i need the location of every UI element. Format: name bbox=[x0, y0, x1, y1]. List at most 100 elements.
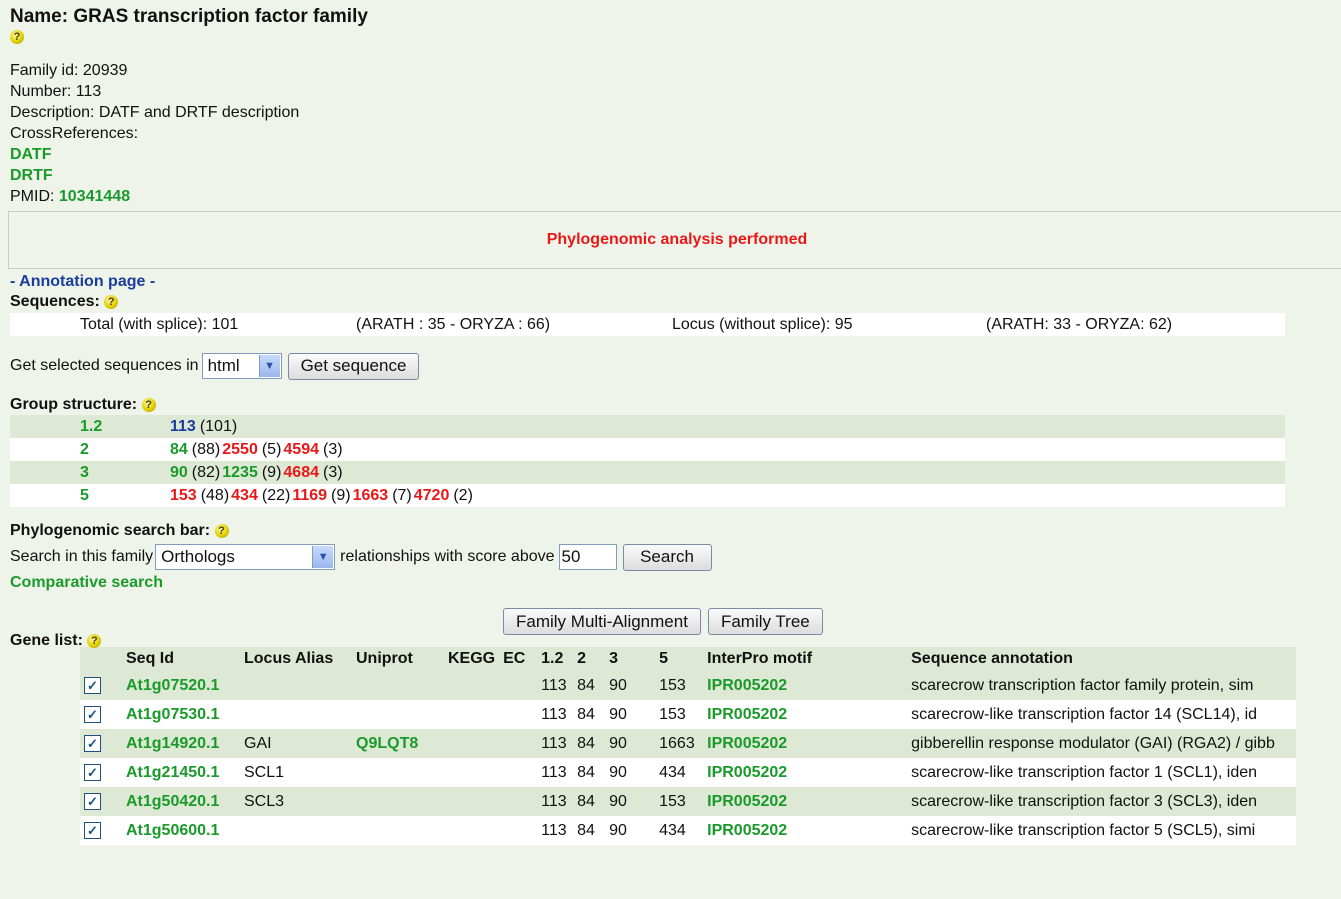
group-link[interactable]: 113 bbox=[170, 418, 196, 435]
gene-cell-ec bbox=[499, 816, 537, 845]
gene-cell-alias: SCL1 bbox=[244, 763, 285, 781]
gene-cell-interpro: IPR005202 bbox=[703, 729, 907, 758]
group-link[interactable]: 1169 bbox=[292, 487, 327, 504]
phylo-banner-text: Phylogenomic analysis performed bbox=[546, 231, 808, 248]
group-count: (9) bbox=[331, 486, 351, 504]
score-input[interactable]: 50 bbox=[558, 544, 617, 570]
gene-cell-uniprot: Q9LQT8 bbox=[352, 729, 444, 758]
get-sequence-button[interactable]: Get sequence bbox=[287, 352, 420, 380]
seq-id-link[interactable]: At1g50420.1 bbox=[126, 793, 219, 810]
gene-cell-uniprot bbox=[352, 700, 444, 729]
relationship-select[interactable]: Orthologs ▼ bbox=[155, 544, 336, 570]
interpro-link[interactable]: IPR005202 bbox=[707, 706, 787, 723]
group-items: 153 (48) 434 (22) 1169 (9) 1663 (7) 4720 (2) bbox=[170, 484, 1285, 507]
gene-cell-g5: 434 bbox=[659, 763, 686, 781]
seq-id-link[interactable]: At1g07520.1 bbox=[126, 677, 219, 694]
family-multi-alignment-button[interactable]: Family Multi-Alignment bbox=[503, 608, 701, 635]
help-icon[interactable]: ? bbox=[87, 633, 102, 648]
gene-cell-g12: 113 bbox=[541, 676, 567, 694]
family-tree-button[interactable]: Family Tree bbox=[707, 608, 823, 635]
gene-cell-ec bbox=[499, 787, 537, 816]
help-icon[interactable]: ? bbox=[10, 29, 24, 44]
comparative-search-link[interactable]: Comparative search bbox=[10, 574, 163, 591]
gene-select-checkbox[interactable]: ✓ bbox=[84, 763, 101, 781]
annotation-page-link[interactable]: - Annotation page - bbox=[10, 273, 155, 290]
sequences-locus: Locus (without splice): 95 bbox=[672, 315, 853, 333]
gene-select-checkbox[interactable]: ✓ bbox=[84, 734, 101, 752]
group-row: 5 153 (48) 434 (22) 1169 (9) 1663 (7) 4720 (2) bbox=[10, 484, 1285, 507]
column-header: Seq Id bbox=[126, 650, 175, 667]
gene-cell-g2: 84 bbox=[577, 734, 595, 752]
interpro-link[interactable]: IPR005202 bbox=[707, 764, 787, 781]
gene-cell-g2: 84 bbox=[577, 705, 595, 723]
relationship-select-value: Orthologs bbox=[161, 547, 235, 566]
column-header: Uniprot bbox=[356, 650, 413, 667]
gene-select-checkbox[interactable]: ✓ bbox=[84, 821, 101, 839]
group-link[interactable]: 4594 bbox=[283, 441, 319, 458]
search-button[interactable]: Search bbox=[622, 543, 712, 571]
gene-cell-seq: At1g07530.1 bbox=[122, 700, 240, 729]
seq-id-link[interactable]: At1g07530.1 bbox=[126, 706, 219, 723]
group-count: (88) bbox=[191, 440, 221, 458]
seq-id-link[interactable]: At1g14920.1 bbox=[126, 735, 219, 752]
interpro-link[interactable]: IPR005202 bbox=[707, 735, 787, 752]
interpro-link[interactable]: IPR005202 bbox=[707, 677, 787, 694]
pmid-label: PMID: bbox=[10, 188, 55, 205]
crossref-drtf-link[interactable]: DRTF bbox=[10, 167, 53, 184]
pmid-row: PMID: 10341448 bbox=[10, 186, 1341, 207]
gene-cell-g3: 90 bbox=[609, 734, 627, 752]
crossrefs-label: CrossReferences: bbox=[10, 125, 139, 142]
group-link[interactable]: 2550 bbox=[222, 441, 258, 458]
gene-cell-alias: SCL3 bbox=[244, 792, 285, 810]
gene-list-table: Seq Id Locus Alias Uniprot KEGG EC 1.2 2 3 5 Inte… bbox=[80, 647, 1296, 845]
group-count: (3) bbox=[323, 440, 343, 458]
format-select[interactable]: html ▼ bbox=[201, 353, 282, 379]
chevron-down-icon: ▼ bbox=[312, 546, 334, 568]
search-bar-heading: Phylogenomic search bar: ? bbox=[10, 521, 1341, 541]
seq-id-link[interactable]: At1g50600.1 bbox=[126, 822, 219, 839]
gene-cell-ec bbox=[499, 729, 537, 758]
gene-select-checkbox[interactable]: ✓ bbox=[84, 676, 101, 694]
group-link[interactable]: 84 bbox=[170, 441, 188, 458]
group-row: 2 84 (88) 2550 (5) 4594 (3) bbox=[10, 438, 1285, 461]
group-link[interactable]: 153 bbox=[170, 487, 197, 504]
group-row: 3 90 (82) 1235 (9) 4684 (3) bbox=[10, 461, 1285, 484]
gene-cell-interpro: IPR005202 bbox=[703, 700, 907, 729]
gene-cell-g5: 1663 bbox=[659, 734, 695, 752]
group-level: 2 bbox=[80, 440, 89, 458]
group-count: (7) bbox=[392, 486, 412, 504]
pmid-link[interactable]: 10341448 bbox=[59, 188, 130, 205]
interpro-link[interactable]: IPR005202 bbox=[707, 822, 787, 839]
column-header: Sequence annotation bbox=[911, 650, 1073, 667]
gene-cell-g12: 113 bbox=[541, 792, 567, 810]
search-row: Search in this family Orthologs ▼ relati… bbox=[10, 542, 1341, 572]
group-link[interactable]: 434 bbox=[231, 487, 258, 504]
uniprot-link[interactable]: Q9LQT8 bbox=[356, 735, 418, 752]
gene-select-checkbox[interactable]: ✓ bbox=[84, 792, 101, 810]
help-icon[interactable]: ? bbox=[104, 294, 119, 309]
interpro-link[interactable]: IPR005202 bbox=[707, 793, 787, 810]
gene-cell-alias: GAI bbox=[244, 734, 272, 752]
gene-cell-annotation: scarecrow transcription factor family pr… bbox=[911, 676, 1254, 694]
group-link[interactable]: 90 bbox=[170, 464, 188, 481]
sequences-total: Total (with splice): 101 bbox=[80, 315, 239, 333]
gene-cell-seq: At1g14920.1 bbox=[122, 729, 240, 758]
gene-cell-g5: 153 bbox=[659, 705, 686, 723]
column-header: 3 bbox=[609, 650, 619, 667]
help-icon[interactable]: ? bbox=[141, 397, 156, 412]
group-link[interactable]: 4684 bbox=[283, 464, 319, 481]
gene-cell-kegg bbox=[444, 700, 499, 729]
seq-id-link[interactable]: At1g21450.1 bbox=[126, 764, 219, 781]
gene-cell-g5: 434 bbox=[659, 821, 686, 839]
search-prefix: Search in this family bbox=[10, 548, 154, 565]
help-icon[interactable]: ? bbox=[214, 523, 229, 538]
crossref-datf-link[interactable]: DATF bbox=[10, 146, 51, 163]
get-sequences-row: Get selected sequences in html ▼ Get seq… bbox=[10, 351, 1341, 381]
gene-select-checkbox[interactable]: ✓ bbox=[84, 705, 101, 723]
group-count: (82) bbox=[191, 463, 221, 481]
gene-cell-interpro: IPR005202 bbox=[703, 671, 907, 700]
group-link[interactable]: 1235 bbox=[222, 464, 258, 481]
group-link[interactable]: 4720 bbox=[414, 487, 450, 504]
group-structure-heading: Group structure: ? bbox=[10, 395, 1341, 415]
group-link[interactable]: 1663 bbox=[353, 487, 389, 504]
